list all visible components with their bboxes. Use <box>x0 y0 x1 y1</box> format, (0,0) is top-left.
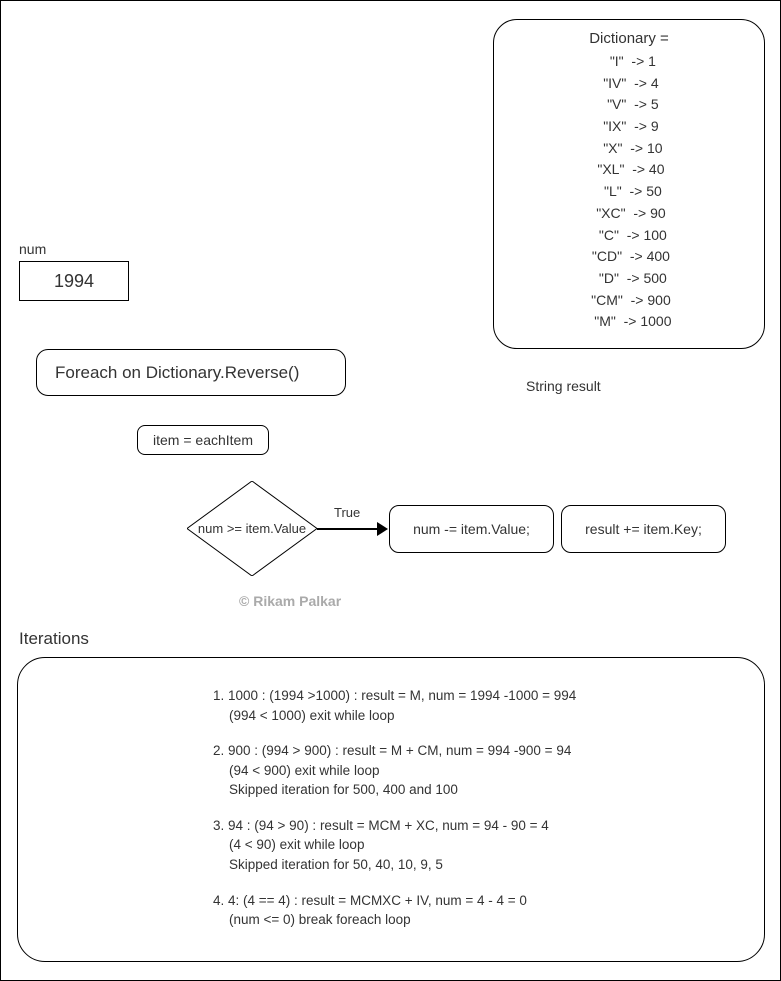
iteration-main: 3. 94 : (94 > 90) : result = MCM + XC, n… <box>213 816 734 836</box>
dictionary-entry: "L" -> 50 <box>514 181 744 203</box>
foreach-text: Foreach on Dictionary.Reverse() <box>55 363 299 383</box>
num-label: num <box>19 241 46 257</box>
string-result-label: String result <box>526 378 601 394</box>
num-value: 1994 <box>54 271 94 292</box>
true-label: True <box>334 505 360 520</box>
iteration-step: 1. 1000 : (1994 >1000) : result = M, num… <box>213 686 734 725</box>
dictionary-entry: "C" -> 100 <box>514 225 744 247</box>
iteration-main: 2. 900 : (994 > 900) : result = M + CM, … <box>213 741 734 761</box>
foreach-box: Foreach on Dictionary.Reverse() <box>36 349 346 396</box>
iteration-sub: (94 < 900) exit while loop <box>213 761 734 781</box>
dictionary-entry: "IX" -> 9 <box>514 116 744 138</box>
dictionary-title: Dictionary = <box>514 30 744 47</box>
action-box-subtract: num -= item.Value; <box>389 505 554 553</box>
dictionary-box: Dictionary = "I" -> 1 "IV" -> 4 "V" -> 5… <box>493 19 765 349</box>
dictionary-entry: "XC" -> 90 <box>514 203 744 225</box>
iteration-sub: (994 < 1000) exit while loop <box>213 706 734 726</box>
iteration-step: 2. 900 : (994 > 900) : result = M + CM, … <box>213 741 734 800</box>
arrow-head-icon <box>377 522 388 536</box>
action1-text: num -= item.Value; <box>413 521 530 537</box>
copyright-text: © Rikam Palkar <box>239 593 341 609</box>
condition-text: num >= item.Value <box>198 521 306 536</box>
dictionary-entries: "I" -> 1 "IV" -> 4 "V" -> 5 "IX" -> 9 "X… <box>514 51 744 333</box>
dictionary-entry: "CM" -> 900 <box>514 290 744 312</box>
iteration-step: 4. 4: (4 == 4) : result = MCMXC + IV, nu… <box>213 891 734 930</box>
item-assign-box: item = eachItem <box>137 425 269 455</box>
iterations-box: 1. 1000 : (1994 >1000) : result = M, num… <box>17 657 765 962</box>
dictionary-entry: "X" -> 10 <box>514 138 744 160</box>
iteration-sub: (4 < 90) exit while loop <box>213 835 734 855</box>
iteration-sub: Skipped iteration for 500, 400 and 100 <box>213 780 734 800</box>
dictionary-entry: "XL" -> 40 <box>514 159 744 181</box>
iterations-label: Iterations <box>19 629 89 649</box>
diagram-canvas: Dictionary = "I" -> 1 "IV" -> 4 "V" -> 5… <box>0 0 781 981</box>
dictionary-entry: "M" -> 1000 <box>514 311 744 333</box>
iteration-main: 4. 4: (4 == 4) : result = MCMXC + IV, nu… <box>213 891 734 911</box>
dictionary-entry: "CD" -> 400 <box>514 246 744 268</box>
arrow-line <box>317 528 383 530</box>
item-assign-text: item = eachItem <box>153 432 253 448</box>
dictionary-entry: "D" -> 500 <box>514 268 744 290</box>
action2-text: result += item.Key; <box>585 521 702 537</box>
iteration-main: 1. 1000 : (1994 >1000) : result = M, num… <box>213 686 734 706</box>
dictionary-entry: "V" -> 5 <box>514 94 744 116</box>
iterations-list: 1. 1000 : (1994 >1000) : result = M, num… <box>213 686 734 930</box>
iteration-sub: (num <= 0) break foreach loop <box>213 910 734 930</box>
iteration-step: 3. 94 : (94 > 90) : result = MCM + XC, n… <box>213 816 734 875</box>
decision-diamond: num >= item.Value <box>187 481 317 576</box>
num-value-box: 1994 <box>19 261 129 301</box>
action-box-append: result += item.Key; <box>561 505 726 553</box>
iteration-sub: Skipped iteration for 50, 40, 10, 9, 5 <box>213 855 734 875</box>
dictionary-entry: "IV" -> 4 <box>514 73 744 95</box>
dictionary-entry: "I" -> 1 <box>514 51 744 73</box>
